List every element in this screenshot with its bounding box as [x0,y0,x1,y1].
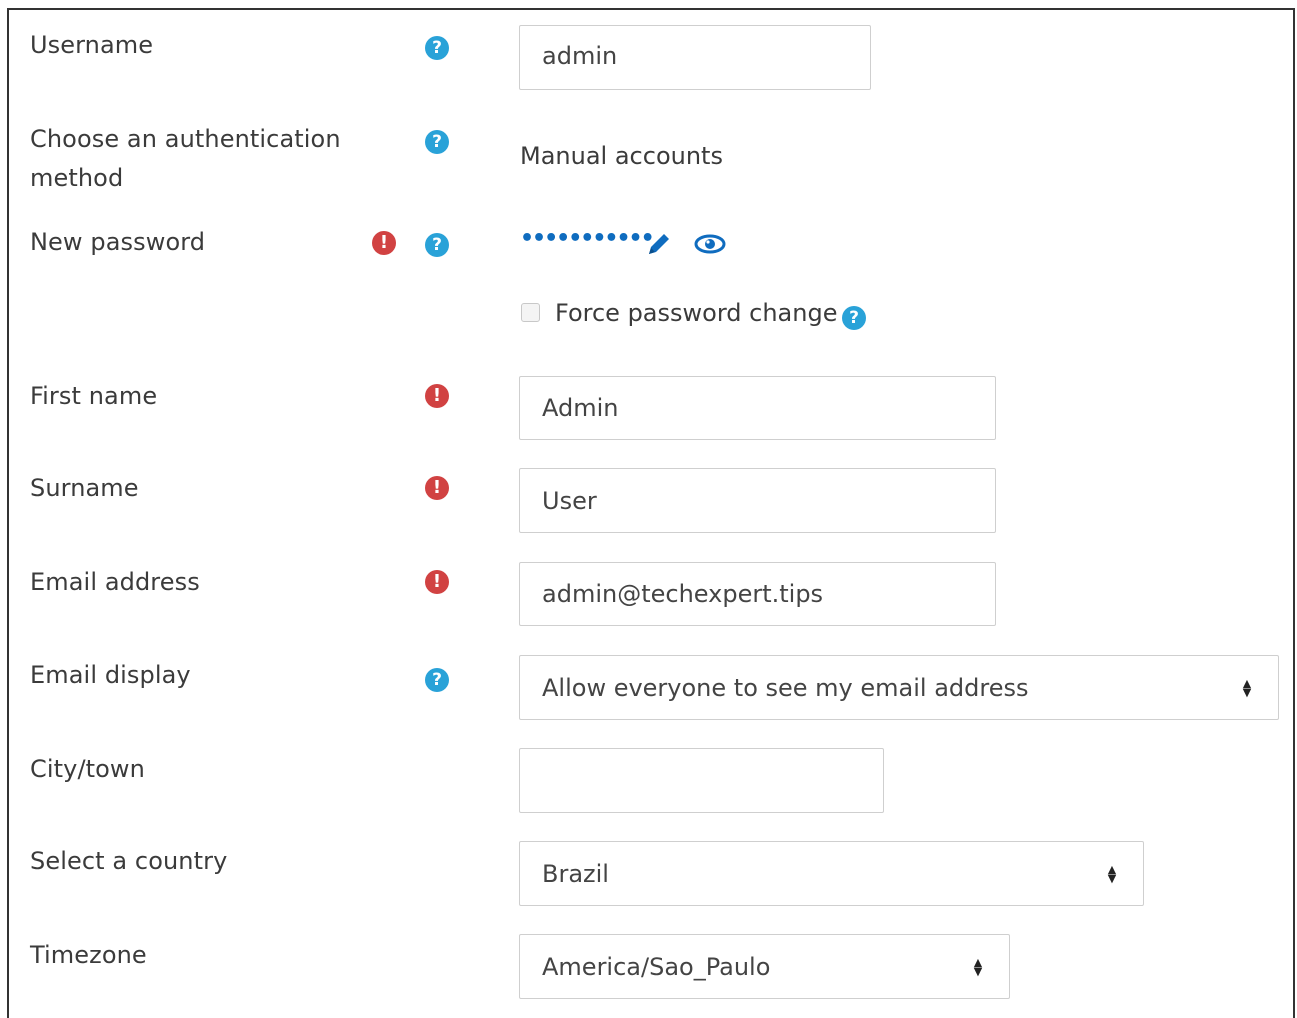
force-password-label[interactable]: Force password change [555,299,837,327]
email-label: Email address [30,568,200,596]
force-password-checkbox[interactable] [521,303,540,322]
email-display-select[interactable]: Allow everyone to see my email address ▲… [519,655,1279,720]
city-label: City/town [30,755,145,783]
timezone-label: Timezone [30,941,147,969]
help-icon[interactable]: ? [842,306,866,330]
timezone-select[interactable]: America/Sao_Paulo ▲ ▼ [519,934,1010,999]
auth-method-label-line1: Choose an authentication [30,125,341,153]
required-icon: ! [372,231,396,255]
chevron-updown-icon: ▲ ▼ [1107,863,1117,885]
username-input-value: admin [542,42,618,70]
email-display-select-value: Allow everyone to see my email address [542,674,1029,702]
surname-label: Surname [30,474,139,502]
first-name-input[interactable]: Admin [519,376,996,440]
country-select[interactable]: Brazil ▲ ▼ [519,841,1144,906]
country-label: Select a country [30,847,228,875]
username-label: Username [30,31,154,59]
first-name-input-value: Admin [542,394,619,422]
email-input[interactable]: admin@techexpert.tips [519,562,996,626]
eye-icon[interactable] [694,231,726,257]
auth-method-label-line2: method [30,164,124,192]
required-icon: ! [425,476,449,500]
help-icon[interactable]: ? [425,130,449,154]
username-input[interactable]: admin [519,25,871,90]
required-icon: ! [425,570,449,594]
surname-input[interactable]: User [519,468,996,533]
required-icon: ! [425,384,449,408]
email-input-value: admin@techexpert.tips [542,580,824,608]
chevron-updown-icon: ▲ ▼ [1242,677,1252,699]
auth-method-label: Choose an authentication method [30,120,341,198]
help-icon[interactable]: ? [425,36,449,60]
chevron-updown-icon: ▲ ▼ [973,956,983,978]
help-icon[interactable]: ? [425,233,449,257]
surname-input-value: User [542,487,597,515]
timezone-select-value: America/Sao_Paulo [542,953,771,981]
new-password-label: New password [30,228,206,256]
help-icon[interactable]: ? [425,668,449,692]
password-masked-value[interactable]: ••••••••••• [520,226,655,251]
auth-method-value: Manual accounts [520,142,723,170]
first-name-label: First name [30,382,158,410]
country-select-value: Brazil [542,860,609,888]
pencil-icon[interactable] [645,230,673,258]
city-input[interactable] [519,748,884,813]
email-display-label: Email display [30,661,191,689]
